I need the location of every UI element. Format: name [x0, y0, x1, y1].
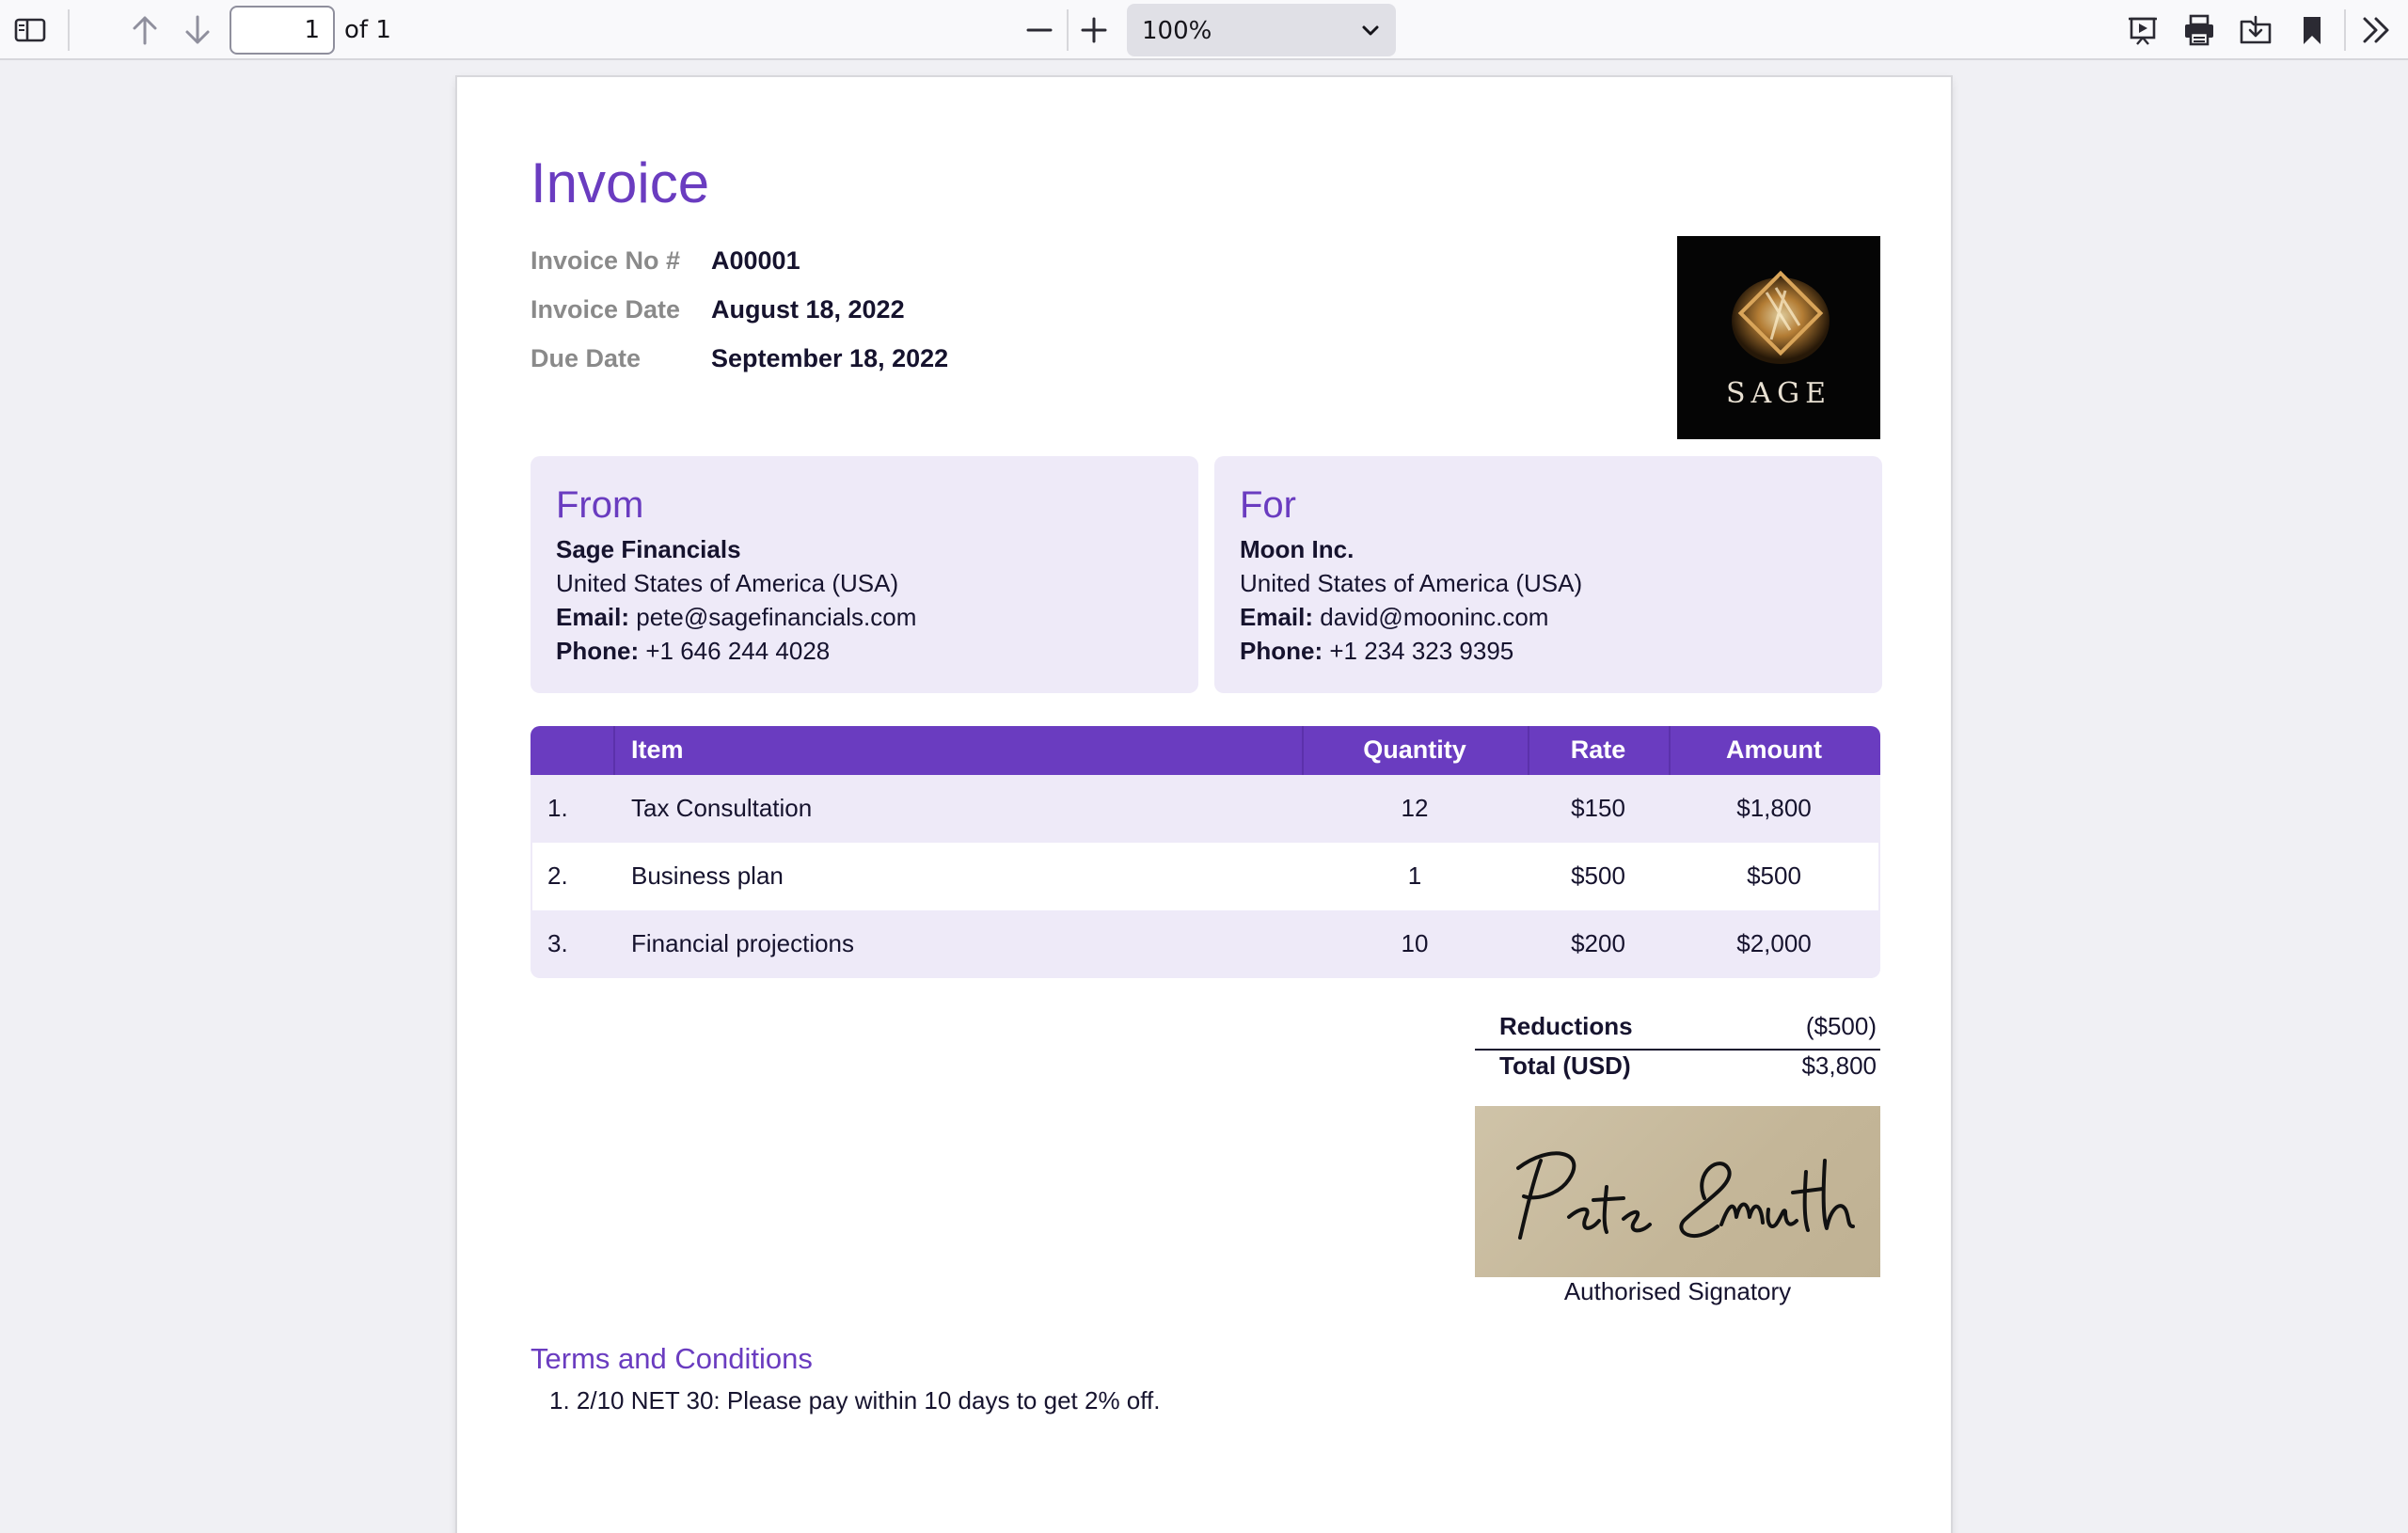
- row-item: Business plan: [631, 861, 784, 890]
- arrow-down-icon: [185, 15, 210, 44]
- for-phone-label: Phone:: [1240, 637, 1323, 665]
- zoom-out-button[interactable]: [1015, 6, 1064, 55]
- sidebar-toggle-button[interactable]: [6, 6, 55, 55]
- row-rate: $500: [1571, 861, 1625, 890]
- for-phone-value: +1 234 323 9395: [1329, 637, 1514, 665]
- print-icon: [2185, 14, 2213, 46]
- header-item: Item: [631, 735, 684, 764]
- plus-icon: [1081, 17, 1107, 43]
- pdf-toolbar: of 1 100%: [0, 0, 2408, 60]
- row-number: 2.: [547, 861, 568, 890]
- document-page: Invoice Invoice No # A00001 Invoice Date…: [457, 77, 1951, 1533]
- from-phone-label: Phone:: [556, 637, 640, 665]
- table-row: 3. Financial projections 10 $200 $2,000: [531, 910, 1880, 978]
- header-quantity: Quantity: [1363, 735, 1466, 764]
- bookmark-button[interactable]: [2288, 6, 2337, 55]
- company-logo: SAGE: [1677, 236, 1880, 439]
- arrow-up-icon: [133, 16, 157, 45]
- double-chevron-right-icon: [2363, 17, 2389, 43]
- row-item: Tax Consultation: [631, 794, 813, 822]
- sidebar-toggle-icon: [14, 18, 46, 42]
- bookmark-icon: [2304, 17, 2321, 44]
- next-page-button[interactable]: [173, 6, 222, 55]
- totals-divider: [1475, 1049, 1880, 1051]
- from-panel: From Sage Financials United States of Am…: [531, 456, 1198, 693]
- page-count-label: of 1: [344, 16, 391, 44]
- tools-menu-button[interactable]: [2352, 6, 2400, 55]
- row-quantity: 1: [1407, 861, 1422, 890]
- signature-caption: Authorised Signatory: [1563, 1277, 1792, 1305]
- table-header: Item Quantity Rate Amount: [531, 726, 1880, 775]
- row-rate: $200: [1571, 929, 1625, 957]
- row-quantity: 12: [1401, 794, 1429, 822]
- toolbar-separator: [2344, 9, 2346, 51]
- from-phone: Phone: +1 646 244 4028: [556, 637, 830, 666]
- row-item: Financial projections: [631, 929, 855, 957]
- table-row: 1. Tax Consultation 12 $150 $1,800: [531, 775, 1880, 843]
- column-divider: [613, 726, 615, 775]
- table-row: 2. Business plan 1 $500 $500: [531, 843, 1880, 910]
- total-label: Total (USD): [1499, 1051, 1631, 1080]
- toolbar-separator: [68, 9, 70, 51]
- column-divider: [1669, 726, 1671, 775]
- signature-image: [1475, 1106, 1880, 1277]
- items-table: Item Quantity Rate Amount 1. Tax Consult…: [531, 726, 1880, 978]
- invoice-date-value: August 18, 2022: [711, 295, 905, 324]
- for-email: Email: david@mooninc.com: [1240, 603, 1548, 632]
- zoom-value: 100%: [1142, 17, 1212, 45]
- row-number: 1.: [547, 794, 568, 822]
- invoice-title: Invoice: [531, 151, 710, 214]
- save-button[interactable]: [2231, 6, 2280, 55]
- row-amount: $1,800: [1736, 794, 1812, 822]
- print-button[interactable]: [2175, 6, 2224, 55]
- page-number-input[interactable]: [230, 6, 335, 55]
- reductions-label: Reductions: [1499, 1012, 1633, 1040]
- from-heading: From: [556, 484, 644, 526]
- for-company-name: Moon Inc.: [1240, 535, 1354, 563]
- save-icon: [2240, 15, 2272, 44]
- handwritten-signature: [1516, 1151, 1855, 1240]
- zoom-in-button[interactable]: [1069, 6, 1118, 55]
- due-date-label: Due Date: [531, 344, 642, 372]
- total-value: $3,800: [1801, 1051, 1877, 1080]
- invoice-number-label: Invoice No #: [531, 246, 681, 275]
- invoice-date-label: Invoice Date: [531, 295, 681, 324]
- from-phone-value: +1 646 244 4028: [645, 637, 831, 665]
- for-email-label: Email:: [1240, 603, 1314, 631]
- minus-icon: [1026, 28, 1053, 32]
- row-number: 3.: [547, 929, 568, 957]
- presentation-icon: [2129, 17, 2157, 45]
- from-email-label: Email:: [556, 603, 630, 631]
- row-quantity: 10: [1401, 929, 1429, 957]
- toolbar-separator: [1067, 9, 1069, 51]
- for-email-value: david@mooninc.com: [1320, 603, 1549, 631]
- logo-text: SAGE: [1725, 377, 1832, 410]
- for-phone: Phone: +1 234 323 9395: [1240, 637, 1513, 666]
- invoice-number-value: A00001: [711, 246, 800, 275]
- column-divider: [1302, 726, 1304, 775]
- zoom-select[interactable]: 100%: [1127, 4, 1396, 56]
- terms-heading: Terms and Conditions: [531, 1342, 813, 1375]
- row-rate: $150: [1571, 794, 1625, 822]
- chevron-down-icon: [1362, 25, 1379, 36]
- from-email-value: pete@sagefinancials.com: [636, 603, 917, 631]
- row-amount: $500: [1747, 861, 1801, 890]
- due-date-value: September 18, 2022: [711, 344, 949, 372]
- from-email: Email: pete@sagefinancials.com: [556, 603, 916, 632]
- from-company-name: Sage Financials: [556, 535, 741, 563]
- row-amount: $2,000: [1736, 929, 1812, 957]
- header-rate: Rate: [1570, 735, 1626, 764]
- for-heading: For: [1240, 484, 1296, 526]
- previous-page-button[interactable]: [120, 6, 169, 55]
- presentation-mode-button[interactable]: [2118, 6, 2167, 55]
- from-country: United States of America (USA): [556, 569, 899, 597]
- for-panel: For Moon Inc. United States of America (…: [1214, 456, 1882, 693]
- header-amount: Amount: [1726, 735, 1822, 764]
- terms-item: 1. 2/10 NET 30: Please pay within 10 day…: [549, 1386, 1161, 1414]
- column-divider: [1528, 726, 1529, 775]
- for-country: United States of America (USA): [1240, 569, 1583, 597]
- reductions-value: ($500): [1805, 1012, 1877, 1040]
